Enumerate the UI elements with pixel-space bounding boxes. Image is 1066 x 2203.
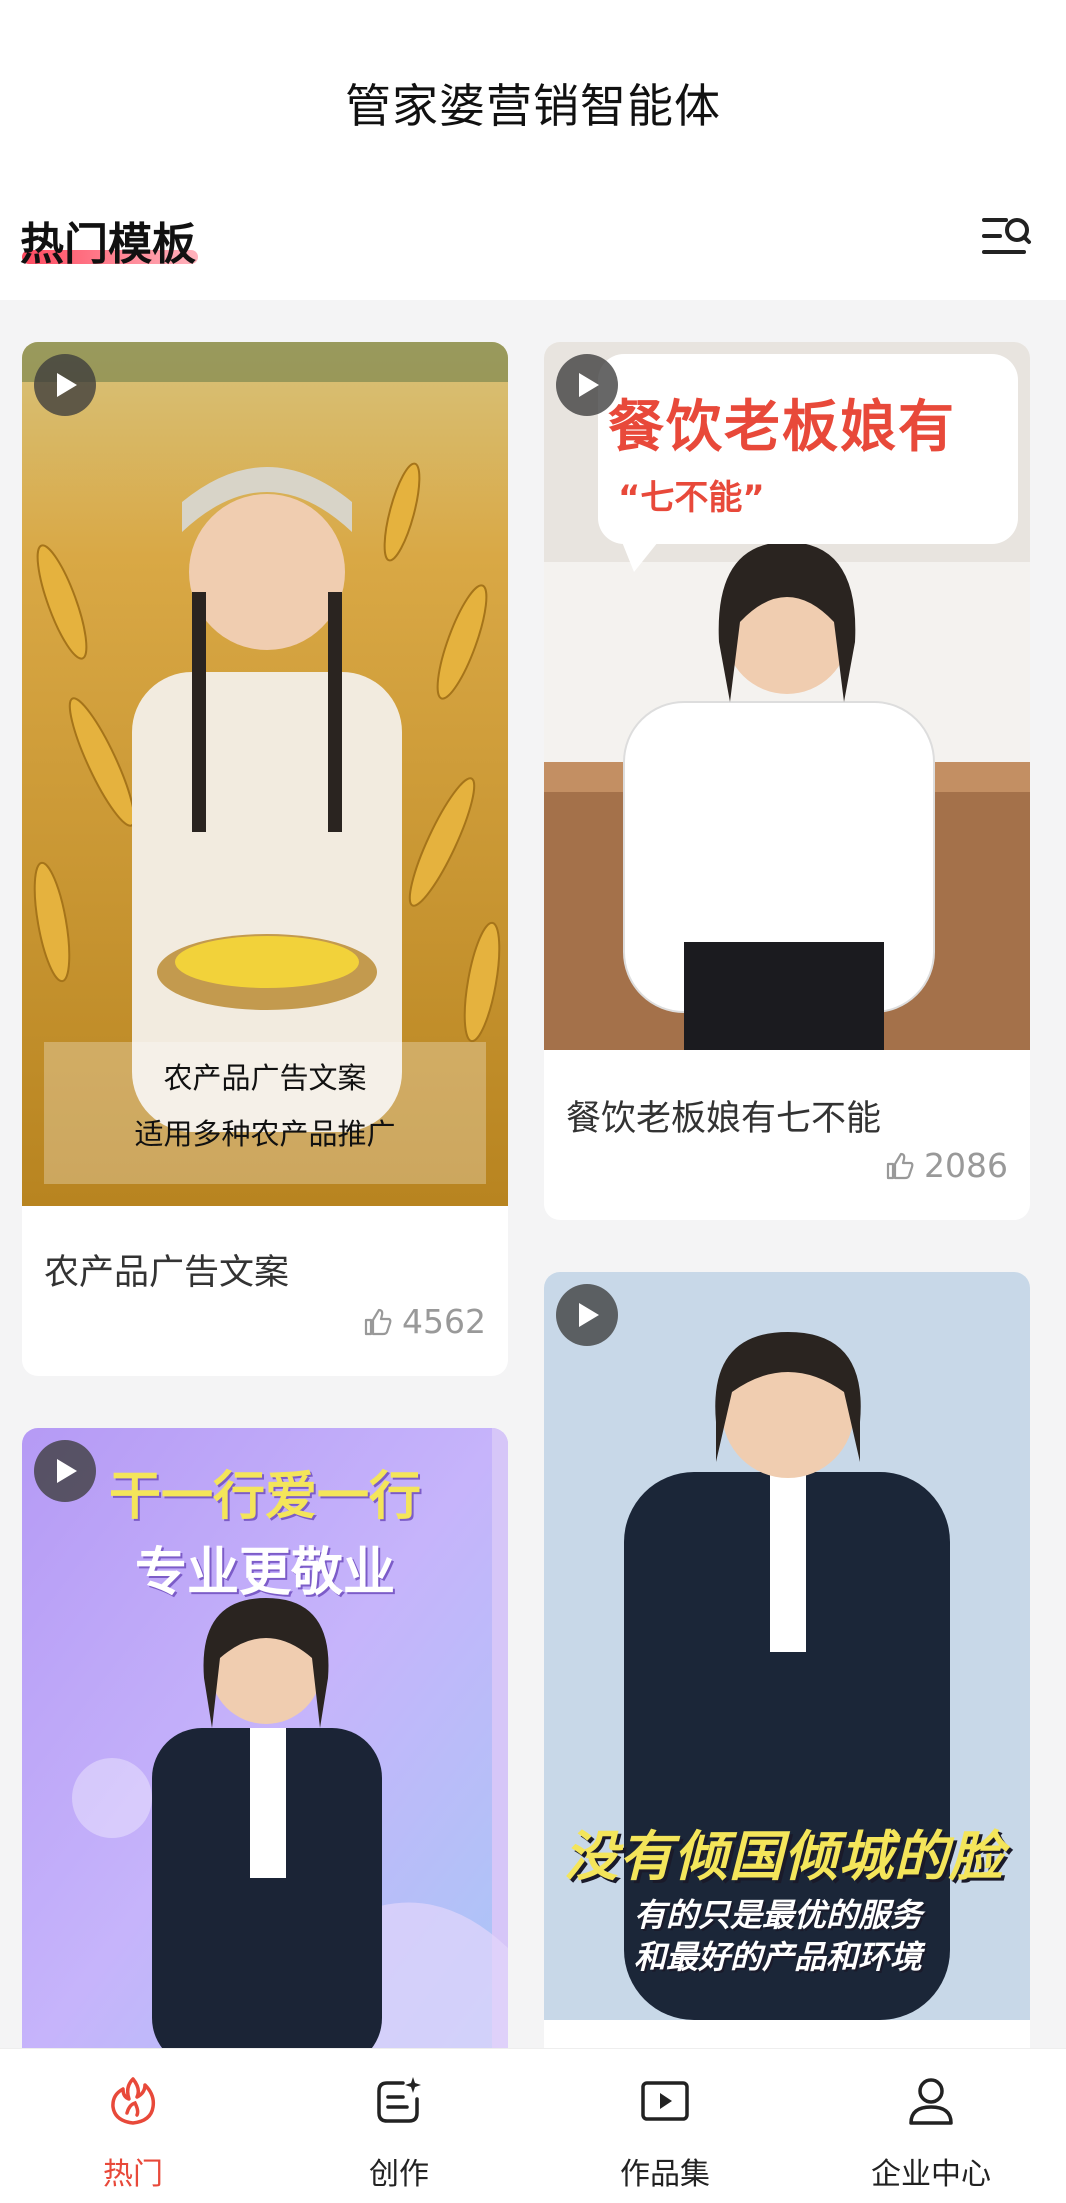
play-button[interactable] (34, 1440, 96, 1502)
video-icon (641, 2081, 689, 2121)
nav-tab-portfolio[interactable]: 作品集 (532, 2049, 798, 2203)
fire-icon (111, 2077, 156, 2125)
bubble-headline: 餐饮老板娘有 (608, 395, 956, 460)
card-slogan-line-2: 有的只是最优的服务 (634, 1896, 923, 1934)
template-card[interactable]: 农产品广告文案 适用多种农产品推广 农产品广告文案 4562 (22, 342, 508, 1376)
play-icon (57, 1459, 77, 1483)
play-button[interactable] (556, 354, 618, 416)
create-icon (377, 2077, 421, 2123)
card-caption-overlay: 农产品广告文案 适用多种农产品推广 (44, 1042, 486, 1184)
card-title: 餐饮老板娘有七不能 (566, 1099, 882, 1139)
thumbs-up-icon (364, 1308, 392, 1335)
play-button[interactable] (556, 1284, 618, 1346)
app-title: 管家婆营销智能体 (345, 79, 721, 133)
template-card[interactable]: 餐饮老板娘有 “七不能” 餐饮老板娘有七不能 2086 (544, 342, 1030, 1220)
speech-bubble-tail (614, 522, 674, 572)
overlay-line-1: 农产品广告文案 (163, 1061, 367, 1095)
template-card[interactable]: 没有倾国倾城的脸 有的只是最优的服务 和最好的产品和环境 (544, 1272, 1030, 2068)
overlay-line-2: 适用多种农产品推广 (134, 1117, 396, 1151)
card-slogan: 没有倾国倾城的脸 (564, 1825, 1004, 1888)
likes-count: 4562 (362, 1302, 486, 1341)
card-slogan-line-3: 和最好的产品和环境 (634, 1938, 923, 1976)
template-card[interactable]: 干一行爱一行 专业更敬业 (22, 1428, 508, 2068)
nav-tab-hot[interactable]: 热门 (0, 2049, 266, 2203)
likes-value: 4562 (402, 1302, 486, 1341)
search-filter-icon[interactable] (980, 212, 1032, 258)
play-icon (57, 373, 77, 397)
nav-label: 企业中心 (871, 2157, 991, 2192)
top-header: 管家婆营销智能体 热门模板 (0, 0, 1066, 300)
nav-tab-enterprise-center[interactable]: 企业中心 (798, 2049, 1064, 2203)
likes-value: 2086 (924, 1146, 1008, 1185)
bubble-subline: “七不能” (618, 478, 765, 518)
play-icon (579, 1303, 599, 1327)
bottom-navigation: 热门 创作 作品集 企业中心 (0, 2048, 1066, 2203)
card-subheadline: 专业更敬业 (134, 1543, 395, 1603)
section-title: 热门模板 (20, 219, 196, 270)
nav-label: 作品集 (620, 2157, 710, 2192)
likes-count: 2086 (884, 1146, 1008, 1185)
play-button[interactable] (34, 354, 96, 416)
nav-label: 热门 (103, 2157, 163, 2192)
card-title: 农产品广告文案 (44, 1253, 290, 1293)
play-icon (579, 373, 599, 397)
thumbs-up-icon (886, 1152, 914, 1179)
nav-label: 创作 (369, 2157, 429, 2192)
user-icon (909, 2078, 953, 2125)
nav-tab-create[interactable]: 创作 (266, 2049, 532, 2203)
